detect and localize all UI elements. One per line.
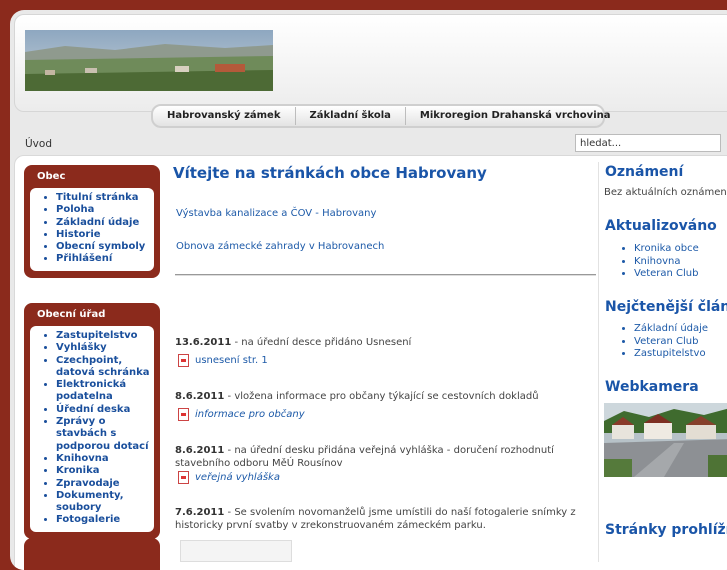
aktualizovano-item[interactable]: Kronika obce: [634, 243, 699, 256]
page-title: Vítejte na stránkách obce Habrovany: [173, 164, 487, 182]
sidebar-urad-list: Zastupitelstvo Vyhlášky Czechpoint, dato…: [30, 326, 154, 532]
sidebar-item-podatelna[interactable]: Elektronická podatelna: [56, 379, 150, 404]
sidebar-obec-list: Titulní stránka Poloha Základní údaje Hi…: [30, 188, 154, 271]
news-date: 8.6.2011: [175, 445, 225, 456]
sidebar-item-vyhlasky[interactable]: Vyhlášky: [56, 342, 150, 354]
attachment-label[interactable]: informace pro občany: [195, 409, 305, 420]
aktualizovano-item[interactable]: Veteran Club: [634, 268, 699, 281]
sidebar-obec-title: Obec: [37, 171, 66, 182]
attachment-label[interactable]: veřejná vyhláška: [195, 472, 280, 483]
column-separator: [598, 162, 599, 562]
news-item: 7.6.2011 - Se svolením novomanželů jsme …: [175, 507, 590, 532]
news-text: - na úřední desce přidáno Usnesení: [231, 337, 412, 348]
sidebar-next-box: [24, 538, 160, 570]
sidebar-obec: Obec Titulní stránka Poloha Základní úda…: [24, 165, 160, 278]
sidebar-urad-title: Obecní úřad: [37, 309, 106, 320]
news-text: - Se svolením novomanželů jsme umístili …: [175, 507, 576, 531]
news-item: 13.6.2011 - na úřední desce přidáno Usne…: [175, 337, 600, 350]
news-item: 8.6.2011 - vložena informace pro občany …: [175, 391, 600, 404]
webkamera-title: Webkamera: [605, 379, 699, 395]
sidebar-item-knihovna[interactable]: Knihovna: [56, 453, 150, 465]
sidebar-item-prihlaseni[interactable]: Přihlášení: [56, 253, 150, 265]
news-text: - vložena informace pro občany týkající …: [224, 391, 539, 402]
sidebar-item-zakladni-udaje[interactable]: Základní údaje: [56, 217, 150, 229]
aktualizovano-list: Kronika obce Knihovna Veteran Club: [618, 243, 699, 281]
sidebar-item-zastupitelstvo[interactable]: Zastupitelstvo: [56, 330, 150, 342]
sidebar-item-dokumenty[interactable]: Dokumenty, soubory: [56, 490, 150, 515]
top-navigation: Habrovanský zámek Základní škola Mikrore…: [151, 104, 611, 128]
aktualizovano-title: Aktualizováno: [605, 218, 717, 234]
pdf-icon: [178, 408, 189, 421]
sidebar-item-czechpoint[interactable]: Czechpoint, datová schránka: [56, 355, 150, 380]
stranky-title: Stránky prohlíží: [605, 522, 727, 538]
pdf-icon: [178, 354, 189, 367]
nejctenejsi-item[interactable]: Základní údaje: [634, 323, 708, 336]
sidebar-item-obecni-symboly[interactable]: Obecní symboly: [56, 241, 150, 253]
divider: [175, 274, 596, 276]
header-banner-image: [25, 30, 273, 91]
webcam-image[interactable]: [604, 403, 727, 477]
sidebar-item-zpravy-o-stavbach[interactable]: Zprávy o stavbách s podporou dotací: [56, 416, 150, 453]
sidebar-item-uredni-deska[interactable]: Úřední deska: [56, 404, 150, 416]
attachment-vyhlaska[interactable]: veřejná vyhláška: [178, 471, 280, 484]
gallery-thumbnail[interactable]: [180, 540, 292, 562]
nejctenejsi-item[interactable]: Zastupitelstvo: [634, 348, 708, 361]
news-text: - na úřední desku přidána veřejná vyhláš…: [175, 445, 554, 469]
pdf-icon: [178, 471, 189, 484]
attachment-label[interactable]: usnesení str. 1: [195, 355, 268, 366]
news-item: 8.6.2011 - na úřední desku přidána veřej…: [175, 445, 590, 470]
nejctenejsi-list: Základní údaje Veteran Club Zastupitelst…: [618, 323, 708, 361]
news-date: 7.6.2011: [175, 507, 225, 518]
oznameni-text: Bez aktuálních oznámení: [604, 187, 727, 198]
news-date: 8.6.2011: [175, 391, 225, 402]
sidebar-item-zpravodaje[interactable]: Zpravodaje: [56, 478, 150, 490]
attachment-usneseni[interactable]: usnesení str. 1: [178, 354, 268, 367]
nejctenejsi-title: Nejčtenější články: [605, 299, 727, 315]
sidebar-item-titulni-stranka[interactable]: Titulní stránka: [56, 192, 150, 204]
page-frame: Habrovanský zámek Základní škola Mikrore…: [10, 10, 727, 570]
nav-item-habrovansky-zamek[interactable]: Habrovanský zámek: [153, 107, 296, 125]
nav-item-mikroregion[interactable]: Mikroregion Drahanská vrchovina: [406, 107, 617, 125]
news-date: 13.6.2011: [175, 337, 232, 348]
link-kanalizace[interactable]: Výstavba kanalizace a ČOV - Habrovany: [176, 208, 376, 219]
sidebar-item-fotogalerie[interactable]: Fotogalerie: [56, 514, 150, 526]
breadcrumb[interactable]: Úvod: [25, 138, 52, 150]
sidebar-urad: Obecní úřad Zastupitelstvo Vyhlášky Czec…: [24, 303, 160, 539]
nejctenejsi-item[interactable]: Veteran Club: [634, 336, 708, 349]
aktualizovano-item[interactable]: Knihovna: [634, 256, 699, 269]
search-input[interactable]: [575, 134, 721, 152]
link-obnova-zahrady[interactable]: Obnova zámecké zahrady v Habrovanech: [176, 241, 384, 252]
attachment-informace[interactable]: informace pro občany: [178, 408, 305, 421]
sidebar-item-historie[interactable]: Historie: [56, 229, 150, 241]
sidebar-item-poloha[interactable]: Poloha: [56, 204, 150, 216]
oznameni-title: Oznámení: [605, 164, 684, 180]
sidebar-item-kronika[interactable]: Kronika: [56, 465, 150, 477]
nav-item-zakladni-skola[interactable]: Základní škola: [296, 107, 406, 125]
